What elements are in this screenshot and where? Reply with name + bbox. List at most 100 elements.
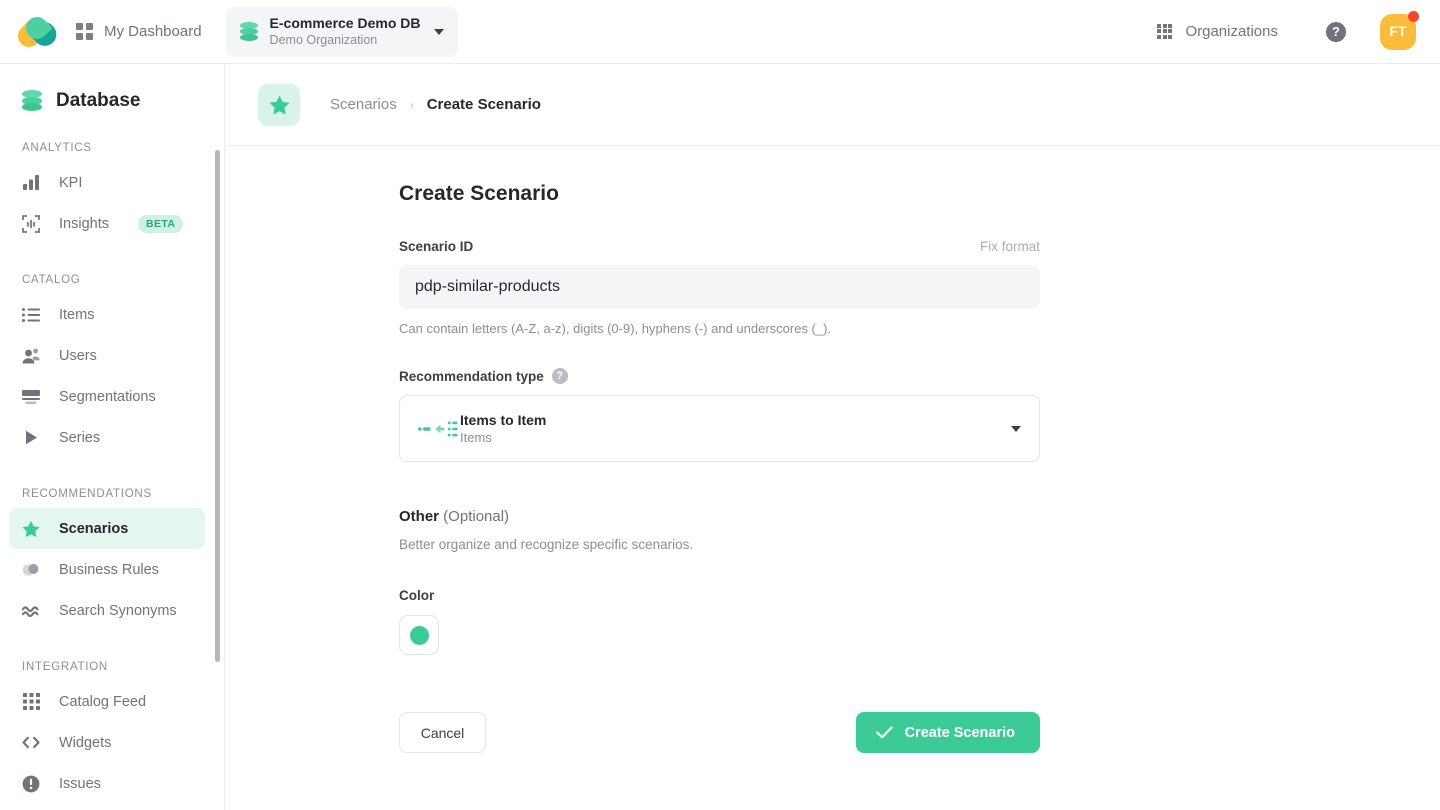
organization-selector[interactable]: E-commerce Demo DB Demo Organization	[225, 6, 458, 57]
sidebar-item-catalog-feed[interactable]: Catalog Feed	[9, 681, 205, 722]
code-brackets-icon	[22, 734, 40, 752]
sidebar-item-kpi[interactable]: KPI	[9, 162, 205, 203]
sidebar-item-business-rules[interactable]: Business Rules	[9, 549, 205, 590]
chevron-down-icon	[433, 28, 444, 35]
sidebar-header: Database	[0, 64, 224, 112]
my-dashboard-link[interactable]: My Dashboard	[76, 23, 202, 40]
my-dashboard-label: My Dashboard	[104, 23, 202, 40]
organizations-label: Organizations	[1185, 23, 1278, 40]
help-icon[interactable]: ?	[1326, 21, 1346, 42]
sidebar-item-search-synonyms[interactable]: Search Synonyms	[9, 590, 205, 631]
create-scenario-button[interactable]: Create Scenario	[855, 712, 1040, 753]
sidebar-item-insights[interactable]: Insights BETA	[9, 203, 205, 244]
sidebar-item-label: Users	[59, 347, 97, 364]
database-icon	[22, 90, 42, 112]
sidebar-item-users[interactable]: Users	[9, 335, 205, 376]
star-icon	[268, 94, 290, 115]
approx-equal-icon	[22, 602, 40, 620]
organization-name: E-commerce Demo DB	[269, 15, 421, 31]
sidebar-scrollbar[interactable]	[215, 150, 220, 662]
notification-dot-icon	[1408, 10, 1419, 22]
form-actions: Cancel Create Scenario	[399, 712, 1040, 753]
sidebar-item-label: Scenarios	[59, 520, 129, 537]
page-title: Create Scenario	[399, 182, 559, 205]
check-icon	[875, 726, 893, 739]
other-section-title: Other	[399, 508, 440, 525]
exclamation-circle-icon	[22, 775, 40, 793]
breadcrumb: Scenarios › Create Scenario	[226, 64, 1440, 146]
other-section-optional: (Optional)	[439, 508, 510, 525]
sidebar: Database ANALYTICS KPI Insights BETA CAT…	[0, 64, 225, 810]
scenario-id-label: Scenario ID	[399, 239, 474, 254]
sidebar-item-label: Insights	[59, 215, 109, 232]
create-scenario-form: Create Scenario Scenario ID Fix format C…	[399, 182, 1040, 753]
sidebar-item-label: Search Synonyms	[59, 602, 177, 619]
color-picker-button[interactable]	[399, 615, 439, 655]
sidebar-section-recommendations: RECOMMENDATIONS	[22, 488, 152, 500]
recommendation-type-label: Recommendation type	[399, 368, 544, 384]
beta-badge: BETA	[137, 214, 184, 233]
business-rules-icon	[22, 561, 40, 579]
scenario-id-input[interactable]	[399, 265, 1040, 309]
organizations-link[interactable]: Organizations	[1157, 23, 1278, 40]
sidebar-item-label: KPI	[59, 174, 83, 191]
top-bar-right: Organizations ? FT	[1157, 10, 1440, 50]
other-section-description: Better organize and recognize specific s…	[399, 537, 694, 552]
other-section-heading: Other (Optional)	[399, 508, 1040, 525]
sidebar-title: Database	[56, 90, 141, 111]
sidebar-section-analytics: ANALYTICS	[22, 142, 92, 154]
color-label: Color	[399, 588, 435, 603]
breadcrumb-current: Create Scenario	[426, 96, 541, 113]
breadcrumb-parent-link[interactable]: Scenarios	[330, 96, 397, 113]
create-scenario-button-label: Create Scenario	[904, 724, 1015, 741]
cancel-button[interactable]: Cancel	[399, 712, 486, 753]
grid-dots-icon	[22, 693, 40, 711]
main-content: Create Scenario Scenario ID Fix format C…	[226, 146, 1440, 810]
play-triangle-icon	[22, 429, 40, 447]
brand-logo[interactable]	[0, 11, 76, 52]
list-icon	[22, 306, 40, 324]
insights-icon	[22, 214, 40, 233]
color-swatch-dot	[409, 625, 429, 645]
sidebar-section-catalog: CATALOG	[22, 274, 81, 286]
breadcrumb-icon-badge	[258, 83, 300, 126]
breadcrumb-list: Scenarios › Create Scenario	[330, 96, 541, 113]
sidebar-item-label: Segmentations	[59, 388, 156, 405]
sidebar-section-integration: INTEGRATION	[22, 661, 108, 673]
segmentations-icon	[22, 388, 40, 406]
sidebar-item-label: Widgets	[59, 734, 112, 751]
sidebar-item-scenarios[interactable]: Scenarios	[9, 508, 205, 549]
app-root: My Dashboard E-commerce Demo DB Demo Org…	[0, 0, 1440, 810]
recommendation-type-subtitle: Items	[460, 430, 492, 445]
chevron-right-icon: ›	[409, 97, 414, 112]
recommendation-type-value: Items to Item	[460, 412, 547, 428]
building-icon	[1157, 23, 1173, 40]
database-icon	[239, 21, 258, 42]
users-icon	[22, 347, 40, 365]
scenario-id-helper-text: Can contain letters (A-Z, a-z), digits (…	[399, 321, 832, 336]
chevron-down-icon	[1011, 425, 1021, 432]
avatar[interactable]: FT	[1380, 10, 1419, 50]
bar-chart-icon	[22, 174, 40, 192]
top-bar: My Dashboard E-commerce Demo DB Demo Org…	[0, 0, 1440, 64]
sidebar-item-label: Items	[59, 306, 95, 323]
sidebar-item-label: Series	[59, 429, 101, 446]
sidebar-item-issues[interactable]: Issues	[9, 763, 205, 804]
sidebar-item-label: Catalog Feed	[59, 693, 147, 710]
sidebar-item-widgets[interactable]: Widgets	[9, 722, 205, 763]
sidebar-item-segmentations[interactable]: Segmentations	[9, 376, 205, 417]
star-icon	[22, 520, 40, 538]
items-to-item-icon	[416, 421, 460, 437]
organization-subtitle: Demo Organization	[269, 33, 378, 47]
recommendation-type-header: Recommendation type ?	[399, 368, 1040, 384]
brand-logo-icon	[13, 11, 62, 52]
recommendation-type-select[interactable]: Items to Item Items	[399, 395, 1040, 462]
help-icon[interactable]: ?	[551, 368, 568, 384]
sidebar-item-label: Issues	[59, 775, 101, 792]
dashboard-grid-icon	[76, 23, 93, 40]
sidebar-item-series[interactable]: Series	[9, 417, 205, 458]
fix-format-button[interactable]: Fix format	[980, 239, 1040, 254]
sidebar-item-items[interactable]: Items	[9, 294, 205, 335]
sidebar-item-label: Business Rules	[59, 561, 159, 578]
scenario-id-header: Scenario ID Fix format	[399, 239, 1040, 254]
